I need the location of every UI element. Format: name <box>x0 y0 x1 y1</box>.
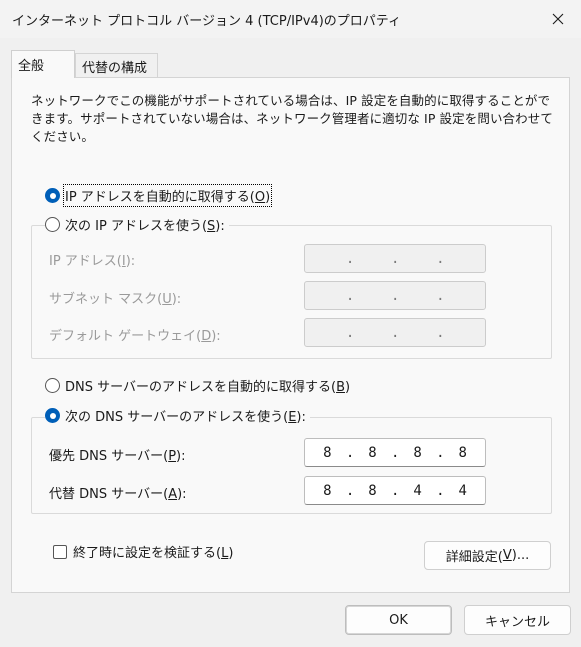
subnet-mask-label: サブネット マスク(U): <box>49 292 182 307</box>
ip-address-input[interactable]: . . . <box>304 244 486 273</box>
ip-address-label: IP アドレス(I): <box>49 254 136 269</box>
preferred-dns-input[interactable]: 8. 8. 8. 8 <box>304 438 486 467</box>
dns-auto-label: DNS サーバーのアドレスを自動的に取得する(B) <box>65 380 351 395</box>
radio-unchecked-icon <box>45 378 60 393</box>
checkbox-unchecked-icon <box>53 544 67 559</box>
default-gateway-label: デフォルト ゲートウェイ(D): <box>49 329 221 344</box>
validate-on-exit-checkbox[interactable]: 終了時に設定を検証する(L) <box>53 542 233 561</box>
ip-manual-radio[interactable]: 次の IP アドレスを使う(S): <box>45 215 229 234</box>
description-text: ネットワークでこの機能がサポートされている場合は、IP 設定を自動的に取得するこ… <box>31 93 553 144</box>
close-button[interactable] <box>535 0 581 38</box>
ip-auto-label: IP アドレスを自動的に取得する(O) <box>62 184 273 207</box>
tab-general[interactable]: 全般 <box>11 50 75 78</box>
window-title: インターネット プロトコル バージョン 4 (TCP/IPv4)のプロパティ <box>12 14 402 29</box>
default-gateway-input[interactable]: . . . <box>304 318 486 347</box>
dns-manual-radio[interactable]: 次の DNS サーバーのアドレスを使う(E): <box>45 406 310 425</box>
tab-alternate-configuration[interactable]: 代替の構成 <box>75 53 158 78</box>
tab-general-label: 全般 <box>18 59 45 74</box>
validate-on-exit-label: 終了時に設定を検証する(L) <box>73 546 234 561</box>
alternate-dns-input[interactable]: 8. 8. 4. 4 <box>304 476 486 505</box>
radio-checked-icon <box>45 188 60 203</box>
advanced-button[interactable]: 詳細設定(V)... <box>424 541 551 570</box>
title-bar: インターネット プロトコル バージョン 4 (TCP/IPv4)のプロパティ <box>0 0 581 38</box>
dns-manual-label: 次の DNS サーバーのアドレスを使う(E): <box>65 410 306 425</box>
ok-button[interactable]: OK <box>345 605 452 635</box>
ip-manual-label: 次の IP アドレスを使う(S): <box>65 219 225 234</box>
subnet-mask-input[interactable]: . . . <box>304 281 486 310</box>
ip-auto-radio[interactable]: IP アドレスを自動的に取得する(O) <box>45 184 273 207</box>
radio-unchecked-icon <box>45 217 60 232</box>
dns-auto-radio[interactable]: DNS サーバーのアドレスを自動的に取得する(B) <box>45 376 350 395</box>
preferred-dns-label: 優先 DNS サーバー(P): <box>49 449 186 464</box>
tab-alternate-label: 代替の構成 <box>82 60 148 76</box>
close-icon <box>552 13 564 25</box>
radio-checked-icon <box>45 408 60 423</box>
alternate-dns-label: 代替 DNS サーバー(A): <box>49 487 187 502</box>
cancel-button[interactable]: キャンセル <box>464 605 571 635</box>
general-panel: ネットワークでこの機能がサポートされている場合は、IP 設定を自動的に取得するこ… <box>11 77 570 593</box>
